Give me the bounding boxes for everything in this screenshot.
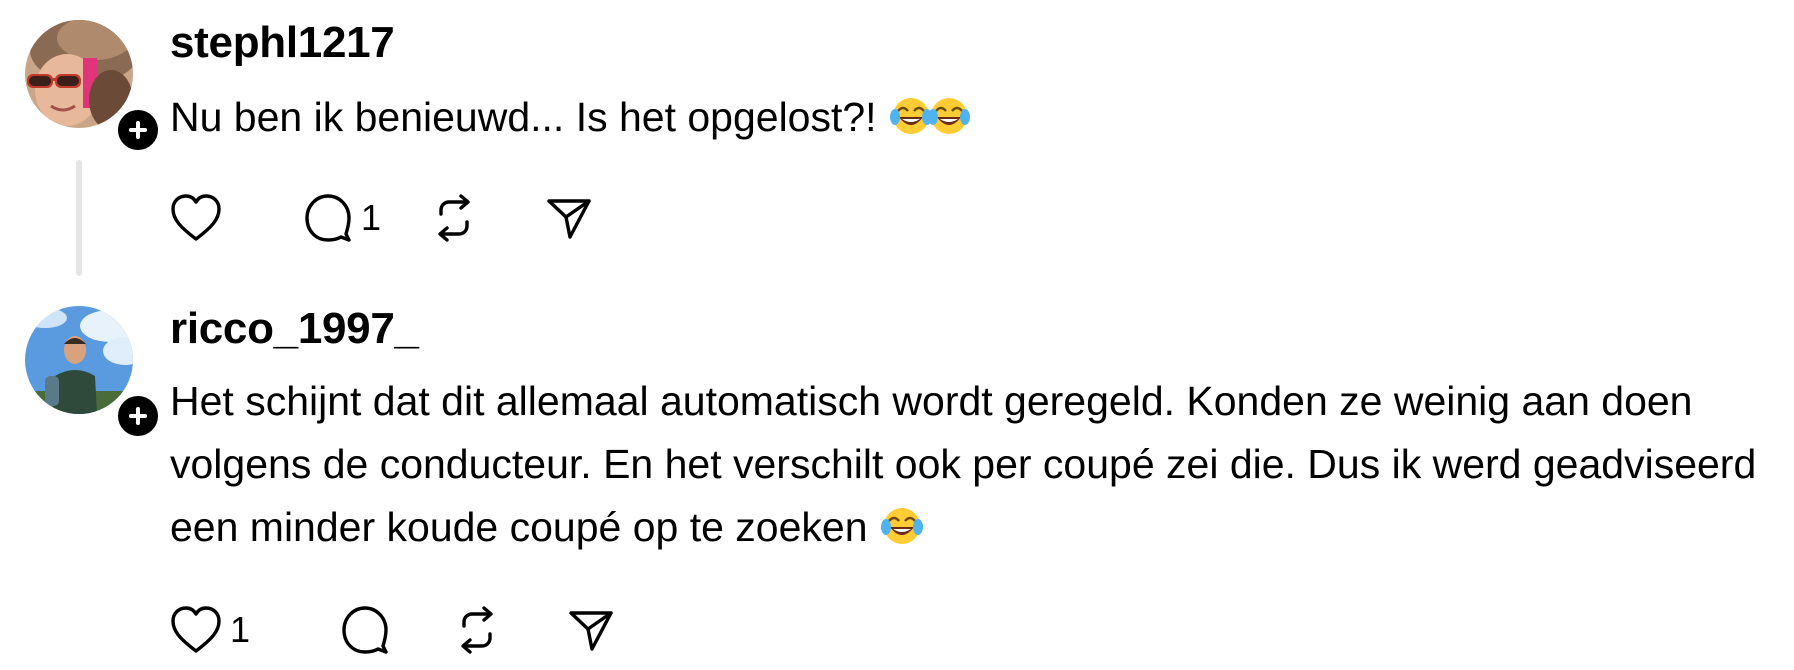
face-with-tears-of-joy-icon xyxy=(880,508,923,544)
share-button[interactable] xyxy=(568,602,614,658)
like-button[interactable]: 1 xyxy=(170,602,250,658)
repost-button[interactable] xyxy=(431,190,477,246)
face-with-tears-of-joy-icon xyxy=(889,98,932,134)
avatar[interactable] xyxy=(25,20,133,128)
speech-bubble-icon xyxy=(305,194,351,242)
post-text: Het schijnt dat dit allemaal automatisch… xyxy=(170,370,1780,559)
reply-post: stephl1217 Nu ben ik benieuwd... Is het … xyxy=(0,0,1794,290)
post-body: Het schijnt dat dit allemaal automatisch… xyxy=(170,378,1757,550)
paper-plane-icon xyxy=(569,611,613,651)
username[interactable]: ricco_1997_ xyxy=(170,304,419,354)
face-with-tears-of-joy-icon xyxy=(927,98,970,134)
heart-icon xyxy=(171,606,221,653)
username[interactable]: stephl1217 xyxy=(170,18,395,68)
repost-arrows-icon xyxy=(461,606,493,654)
avatar-container xyxy=(25,306,162,440)
repost-arrows-icon xyxy=(438,194,470,242)
reply-button[interactable] xyxy=(340,602,398,658)
like-count: 1 xyxy=(230,609,251,650)
like-button[interactable] xyxy=(170,190,230,246)
paper-plane-icon xyxy=(547,199,591,239)
thread-connector-line xyxy=(76,160,82,276)
reply-button[interactable]: 1 xyxy=(303,190,381,246)
follow-plus-button[interactable] xyxy=(114,392,162,440)
share-button[interactable] xyxy=(546,190,592,246)
reply-post: ricco_1997_ Het schijnt dat dit allemaal… xyxy=(0,300,1794,670)
heart-icon xyxy=(171,194,221,241)
avatar-container xyxy=(25,20,162,154)
follow-plus-button[interactable] xyxy=(114,106,162,154)
post-text: Nu ben ik benieuwd... Is het opgelost?! xyxy=(170,86,1780,149)
reply-count: 1 xyxy=(361,197,382,238)
avatar[interactable] xyxy=(25,306,133,414)
post-body: Nu ben ik benieuwd... Is het opgelost?! xyxy=(170,94,877,140)
repost-button[interactable] xyxy=(454,602,500,658)
speech-bubble-icon xyxy=(342,606,388,654)
